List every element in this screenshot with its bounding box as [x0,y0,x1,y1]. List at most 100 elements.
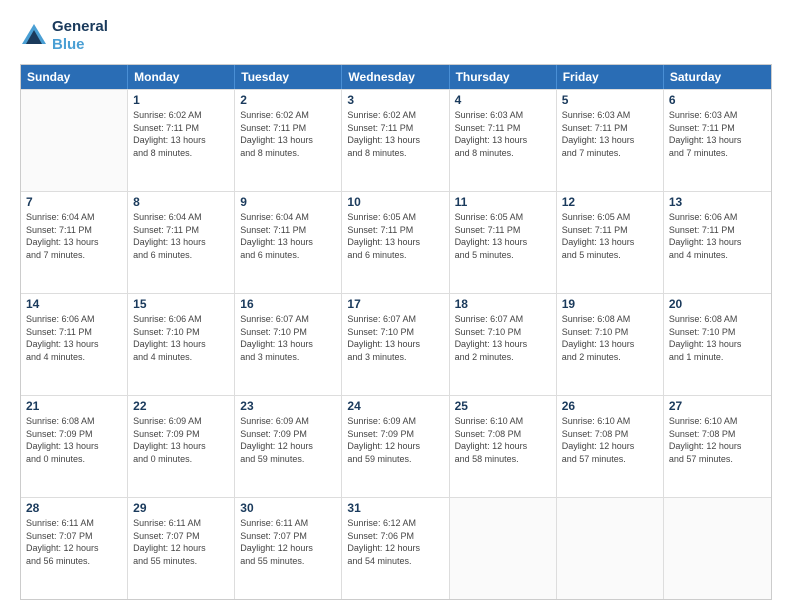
day-cell-28: 28Sunrise: 6:11 AM Sunset: 7:07 PM Dayli… [21,498,128,599]
day-info: Sunrise: 6:11 AM Sunset: 7:07 PM Dayligh… [240,517,336,567]
header-cell-monday: Monday [128,65,235,89]
day-number: 5 [562,93,658,107]
day-cell-13: 13Sunrise: 6:06 AM Sunset: 7:11 PM Dayli… [664,192,771,293]
day-cell-23: 23 Sunrise: 6:09 AM Sunset: 7:09 PM Dayli… [235,396,342,497]
day-info: Sunrise: 6:04 AM Sunset: 7:11 PM Dayligh… [240,211,336,261]
day-number: 27 [669,399,766,413]
logo: General Blue [20,18,108,54]
day-cell-21: 21Sunrise: 6:08 AM Sunset: 7:09 PM Dayli… [21,396,128,497]
day-info: Sunrise: 6:09 AM Sunset: 7:09 PM Dayligh… [240,415,336,465]
day-info: Sunrise: 6:04 AM Sunset: 7:11 PM Dayligh… [26,211,122,261]
day-cell-11: 11 Sunrise: 6:05 AM Sunset: 7:11 PM Dayli… [450,192,557,293]
empty-cell [664,498,771,599]
day-cell-15: 15 Sunrise: 6:06 AM Sunset: 7:10 PM Dayli… [128,294,235,395]
header-cell-saturday: Saturday [664,65,771,89]
day-cell-5: 5 Sunrise: 6:03 AM Sunset: 7:11 PM Daylig… [557,90,664,191]
day-number: 29 [133,501,229,515]
day-number: 26 [562,399,658,413]
day-cell-31: 31Sunrise: 6:12 AM Sunset: 7:06 PM Dayli… [342,498,449,599]
header-cell-friday: Friday [557,65,664,89]
day-info: Sunrise: 6:09 AM Sunset: 7:09 PM Dayligh… [347,415,443,465]
day-cell-1: 1Sunrise: 6:02 AM Sunset: 7:11 PM Daylig… [128,90,235,191]
page: General Blue SundayMondayTuesdayWednesda… [0,0,792,612]
day-cell-27: 27 Sunrise: 6:10 AM Sunset: 7:08 PM Dayli… [664,396,771,497]
day-info: Sunrise: 6:05 AM Sunset: 7:11 PM Dayligh… [562,211,658,261]
day-info: Sunrise: 6:10 AM Sunset: 7:08 PM Dayligh… [562,415,658,465]
day-number: 15 [133,297,229,311]
day-cell-30: 30 Sunrise: 6:11 AM Sunset: 7:07 PM Dayli… [235,498,342,599]
day-cell-3: 3 Sunrise: 6:02 AM Sunset: 7:11 PM Daylig… [342,90,449,191]
day-number: 6 [669,93,766,107]
day-number: 24 [347,399,443,413]
day-cell-12: 12 Sunrise: 6:05 AM Sunset: 7:11 PM Dayli… [557,192,664,293]
day-info: Sunrise: 6:03 AM Sunset: 7:11 PM Dayligh… [669,109,766,159]
day-number: 4 [455,93,551,107]
logo-icon [20,22,48,50]
day-info: Sunrise: 6:07 AM Sunset: 7:10 PM Dayligh… [455,313,551,363]
day-info: Sunrise: 6:03 AM Sunset: 7:11 PM Dayligh… [562,109,658,159]
day-number: 1 [133,93,229,107]
day-info: Sunrise: 6:02 AM Sunset: 7:11 PM Dayligh… [347,109,443,159]
day-number: 11 [455,195,551,209]
day-number: 13 [669,195,766,209]
day-info: Sunrise: 6:12 AM Sunset: 7:06 PM Dayligh… [347,517,443,567]
day-number: 19 [562,297,658,311]
day-number: 8 [133,195,229,209]
day-info: Sunrise: 6:08 AM Sunset: 7:10 PM Dayligh… [562,313,658,363]
calendar-row-5: 28Sunrise: 6:11 AM Sunset: 7:07 PM Dayli… [21,497,771,599]
header-cell-thursday: Thursday [450,65,557,89]
day-number: 30 [240,501,336,515]
day-info: Sunrise: 6:08 AM Sunset: 7:10 PM Dayligh… [669,313,766,363]
empty-cell [557,498,664,599]
day-info: Sunrise: 6:10 AM Sunset: 7:08 PM Dayligh… [455,415,551,465]
day-cell-4: 4Sunrise: 6:03 AM Sunset: 7:11 PM Daylig… [450,90,557,191]
day-cell-7: 7 Sunrise: 6:04 AM Sunset: 7:11 PM Daylig… [21,192,128,293]
day-number: 23 [240,399,336,413]
calendar-header: SundayMondayTuesdayWednesdayThursdayFrid… [21,65,771,89]
day-cell-17: 17 Sunrise: 6:07 AM Sunset: 7:10 PM Dayli… [342,294,449,395]
day-info: Sunrise: 6:06 AM Sunset: 7:10 PM Dayligh… [133,313,229,363]
day-cell-14: 14Sunrise: 6:06 AM Sunset: 7:11 PM Dayli… [21,294,128,395]
day-info: Sunrise: 6:07 AM Sunset: 7:10 PM Dayligh… [347,313,443,363]
day-cell-25: 25 Sunrise: 6:10 AM Sunset: 7:08 PM Dayli… [450,396,557,497]
calendar-row-3: 14Sunrise: 6:06 AM Sunset: 7:11 PM Dayli… [21,293,771,395]
calendar-row-2: 7 Sunrise: 6:04 AM Sunset: 7:11 PM Daylig… [21,191,771,293]
day-info: Sunrise: 6:11 AM Sunset: 7:07 PM Dayligh… [133,517,229,567]
day-number: 3 [347,93,443,107]
day-number: 12 [562,195,658,209]
day-cell-10: 10Sunrise: 6:05 AM Sunset: 7:11 PM Dayli… [342,192,449,293]
day-number: 22 [133,399,229,413]
day-cell-19: 19 Sunrise: 6:08 AM Sunset: 7:10 PM Dayli… [557,294,664,395]
day-cell-29: 29 Sunrise: 6:11 AM Sunset: 7:07 PM Dayli… [128,498,235,599]
day-cell-24: 24 Sunrise: 6:09 AM Sunset: 7:09 PM Dayli… [342,396,449,497]
day-number: 16 [240,297,336,311]
header-cell-tuesday: Tuesday [235,65,342,89]
logo-text: General Blue [52,18,108,54]
day-cell-20: 20Sunrise: 6:08 AM Sunset: 7:10 PM Dayli… [664,294,771,395]
day-cell-16: 16Sunrise: 6:07 AM Sunset: 7:10 PM Dayli… [235,294,342,395]
day-info: Sunrise: 6:02 AM Sunset: 7:11 PM Dayligh… [240,109,336,159]
empty-cell [450,498,557,599]
day-number: 17 [347,297,443,311]
header-cell-wednesday: Wednesday [342,65,449,89]
day-info: Sunrise: 6:08 AM Sunset: 7:09 PM Dayligh… [26,415,122,465]
calendar-body: 1 Sunrise: 6:02 AM Sunset: 7:11 PM Daylig… [21,89,771,599]
day-info: Sunrise: 6:05 AM Sunset: 7:11 PM Dayligh… [455,211,551,261]
day-number: 9 [240,195,336,209]
day-cell-8: 8Sunrise: 6:04 AM Sunset: 7:11 PM Daylig… [128,192,235,293]
day-number: 2 [240,93,336,107]
day-info: Sunrise: 6:10 AM Sunset: 7:08 PM Dayligh… [669,415,766,465]
calendar-row-4: 21Sunrise: 6:08 AM Sunset: 7:09 PM Dayli… [21,395,771,497]
empty-cell [21,90,128,191]
day-cell-26: 26 Sunrise: 6:10 AM Sunset: 7:08 PM Dayli… [557,396,664,497]
day-cell-2: 2 Sunrise: 6:02 AM Sunset: 7:11 PM Daylig… [235,90,342,191]
day-number: 14 [26,297,122,311]
day-number: 18 [455,297,551,311]
day-number: 25 [455,399,551,413]
calendar: SundayMondayTuesdayWednesdayThursdayFrid… [20,64,772,600]
header-cell-sunday: Sunday [21,65,128,89]
day-number: 7 [26,195,122,209]
day-cell-18: 18 Sunrise: 6:07 AM Sunset: 7:10 PM Dayli… [450,294,557,395]
day-cell-9: 9 Sunrise: 6:04 AM Sunset: 7:11 PM Daylig… [235,192,342,293]
day-number: 10 [347,195,443,209]
